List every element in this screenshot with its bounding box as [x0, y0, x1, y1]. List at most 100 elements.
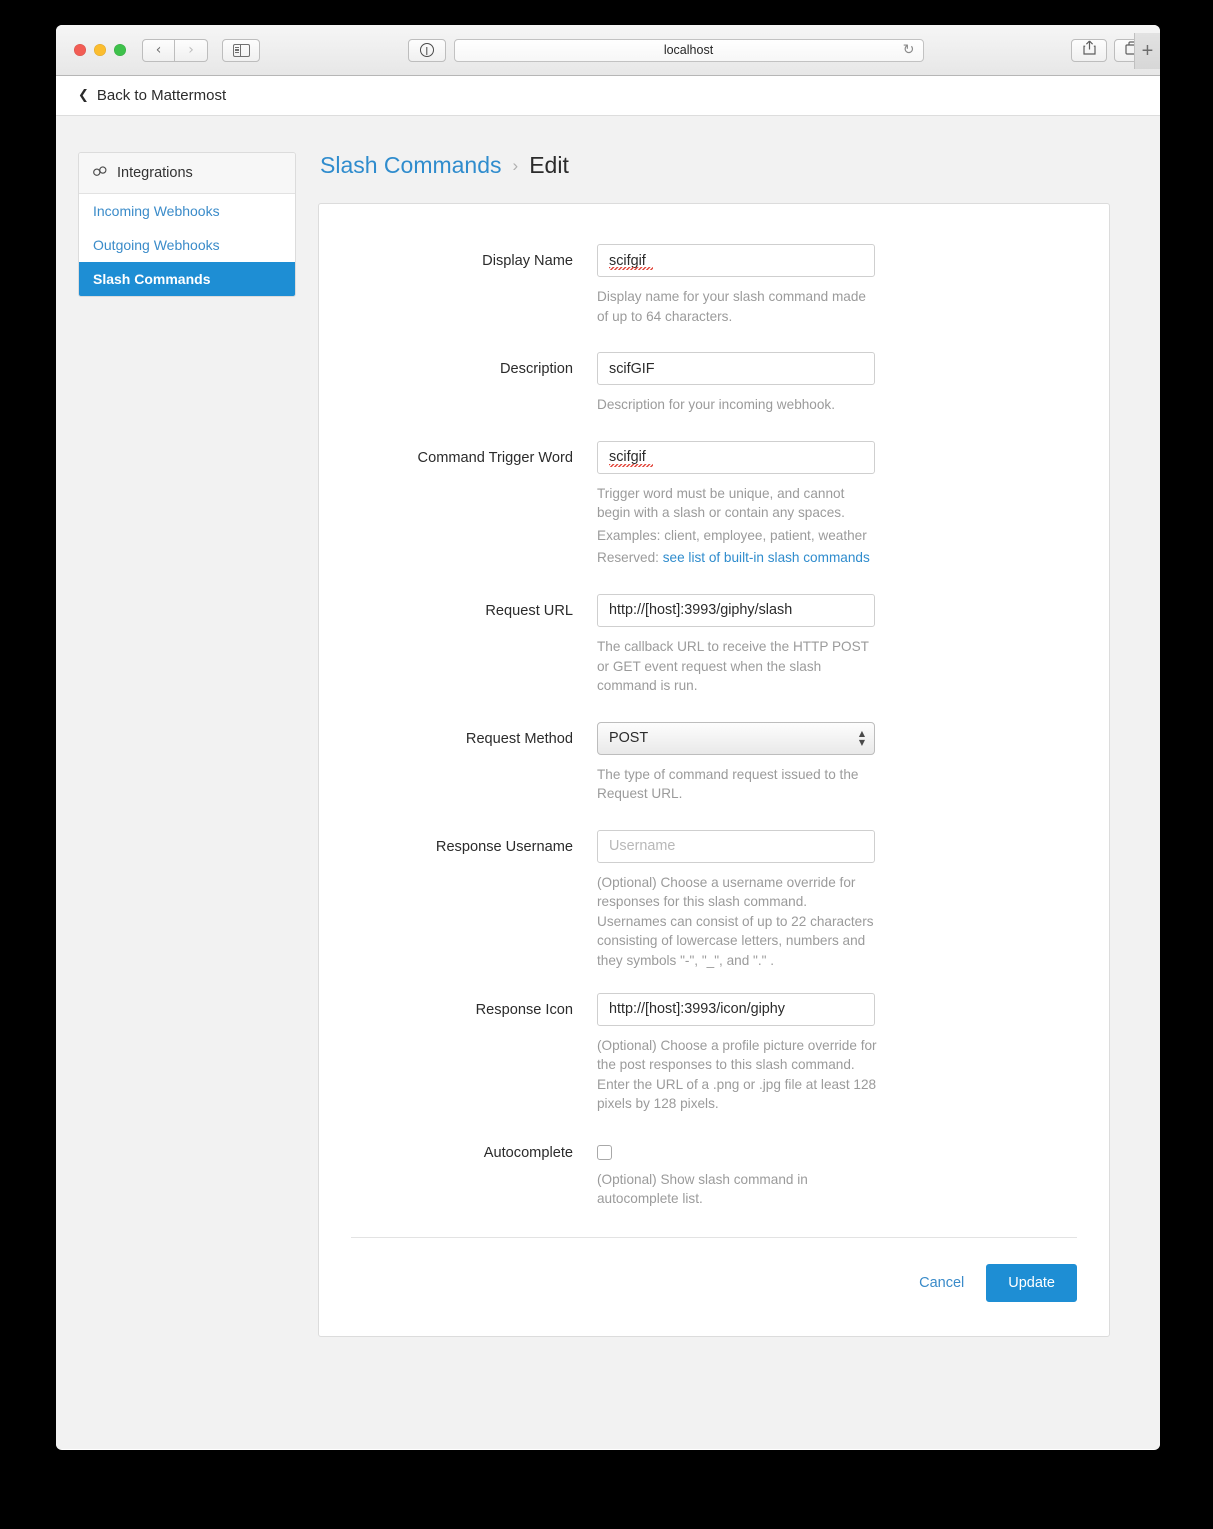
close-window-button[interactable] — [74, 44, 86, 56]
field-help: Display name for your slash command made… — [597, 287, 877, 326]
field-control: (Optional) Show slash command in autocom… — [597, 1136, 875, 1209]
reader-icon — [419, 43, 434, 57]
reader-view-button[interactable] — [407, 38, 446, 62]
navigation-buttons: ‹ › — [142, 38, 208, 62]
trigger-word-input-wrap — [597, 440, 875, 474]
field-label: Response Username — [435, 838, 573, 855]
help-text: (Optional) Show slash command in autocom… — [597, 1171, 808, 1207]
field-help: Trigger word must be unique, and cannot … — [597, 484, 877, 568]
chevron-right-icon: › — [512, 155, 519, 175]
window-traffic-lights — [74, 44, 126, 56]
field-help: (Optional) Choose a username override fo… — [597, 873, 877, 971]
field-control: Trigger word must be unique, and cannot … — [597, 440, 877, 568]
sidebar-header-label: Integrations — [117, 165, 193, 181]
address-bar-area: localhost ↻ — [260, 38, 1071, 62]
page-body: Integrations Incoming Webhooks Outgoing … — [56, 116, 1160, 1449]
field-command-trigger-word: Command Trigger Word Trigger word must b… — [351, 440, 1077, 568]
chevron-left-icon: ❮ — [78, 88, 89, 103]
autocomplete-checkbox[interactable] — [597, 1144, 612, 1160]
sidebar-item-label: Outgoing Webhooks — [93, 237, 220, 253]
sidebar-header: Integrations — [79, 153, 295, 194]
main-content: Slash Commands › Edit Display Name Displ… — [318, 152, 1160, 1449]
integrations-nav-card: Integrations Incoming Webhooks Outgoing … — [78, 152, 296, 297]
field-label: Response Icon — [475, 1001, 573, 1018]
sidebar-item-label: Incoming Webhooks — [93, 203, 220, 219]
chevron-up-icon: ▲ — [858, 729, 865, 739]
help-text: (Optional) Choose a profile picture over… — [597, 1037, 877, 1112]
built-in-slash-commands-link[interactable]: see list of built-in slash commands — [663, 550, 870, 565]
request-url-input[interactable] — [597, 593, 875, 627]
field-help: Description for your incoming webhook. — [597, 395, 877, 415]
breadcrumb: Slash Commands › Edit — [320, 152, 1110, 179]
field-label: Request Method — [465, 730, 573, 747]
back-to-mattermost-link[interactable]: ❮ Back to Mattermost — [78, 87, 226, 104]
sidebar-item-incoming-webhooks[interactable]: Incoming Webhooks — [79, 194, 295, 228]
help-text: The type of command request issued to th… — [597, 766, 859, 802]
cancel-button[interactable]: Cancel — [915, 1269, 968, 1297]
reload-icon[interactable]: ↻ — [903, 42, 915, 58]
request-method-select[interactable]: POST ▲ ▼ — [597, 721, 875, 755]
field-help: (Optional) Show slash command in autocom… — [597, 1170, 877, 1209]
show-sidebar-button[interactable] — [222, 38, 260, 62]
help-text: (Optional) Choose a username override fo… — [597, 874, 874, 968]
chevron-left-icon: ‹ — [155, 42, 162, 58]
field-control: (Optional) Choose a username override fo… — [597, 829, 877, 971]
help-text: The callback URL to receive the HTTP POS… — [597, 638, 869, 694]
edit-slash-command-panel: Display Name Display name for your slash… — [318, 203, 1110, 1337]
back-button[interactable]: ‹ — [142, 38, 175, 62]
field-help: The callback URL to receive the HTTP POS… — [597, 637, 877, 696]
address-bar-url: localhost — [663, 43, 714, 57]
sidebar-panel-icon — [232, 43, 250, 57]
browser-window: ‹ › localhost ↻ + ❮ Back to Mattermost I… — [56, 25, 1160, 1450]
help-text-reserved: Reserved: see list of built-in slash com… — [597, 548, 877, 568]
display-name-input-wrap — [597, 244, 875, 277]
field-response-icon: Response Icon (Optional) Choose a profil… — [351, 992, 1077, 1114]
field-help: (Optional) Choose a profile picture over… — [597, 1036, 877, 1114]
breadcrumb-root-link[interactable]: Slash Commands — [320, 152, 502, 179]
help-text: Display name for your slash command made… — [597, 289, 866, 324]
chevron-down-icon: ▼ — [858, 738, 865, 748]
link-chain-icon-svg — [93, 166, 107, 176]
share-button[interactable] — [1071, 38, 1107, 62]
new-tab-button[interactable]: + — [1134, 33, 1160, 69]
field-control: POST ▲ ▼ The type of command request iss… — [597, 721, 875, 804]
select-stepper-icon: ▲ ▼ — [858, 729, 865, 748]
back-to-mattermost-bar: ❮ Back to Mattermost — [56, 76, 1160, 116]
request-method-value: POST — [609, 730, 649, 747]
forward-button[interactable]: › — [175, 38, 208, 62]
help-text: Trigger word must be unique, and cannot … — [597, 485, 845, 521]
help-text: Description for your incoming webhook. — [597, 397, 836, 413]
field-request-method: Request Method POST ▲ ▼ The type of comm… — [351, 721, 1077, 804]
update-button[interactable]: Update — [986, 1263, 1077, 1302]
field-label: Command Trigger Word — [417, 449, 573, 466]
plus-icon: + — [1141, 39, 1154, 62]
field-label: Request URL — [485, 602, 573, 619]
field-control: (Optional) Choose a profile picture over… — [597, 992, 877, 1114]
minimize-window-button[interactable] — [94, 44, 106, 56]
field-label: Autocomplete — [483, 1144, 573, 1161]
link-chain-icon — [91, 163, 111, 183]
sidebar-item-slash-commands[interactable]: Slash Commands — [79, 262, 295, 296]
field-response-username: Response Username (Optional) Choose a us… — [351, 829, 1077, 971]
field-label: Display Name — [482, 253, 573, 269]
browser-toolbar: ‹ › localhost ↻ + — [56, 25, 1160, 76]
sidebar: Integrations Incoming Webhooks Outgoing … — [56, 152, 318, 1449]
description-input[interactable] — [597, 352, 875, 386]
trigger-word-input[interactable] — [597, 440, 875, 474]
panel-footer: Cancel Update — [351, 1238, 1077, 1302]
field-control: The callback URL to receive the HTTP POS… — [597, 593, 877, 696]
response-username-input[interactable] — [597, 829, 875, 863]
maximize-window-button[interactable] — [114, 44, 126, 56]
response-icon-input[interactable] — [597, 992, 875, 1026]
sidebar-item-label: Slash Commands — [93, 271, 211, 287]
address-bar[interactable]: localhost ↻ — [453, 38, 924, 62]
field-control: Display name for your slash command made… — [597, 244, 875, 326]
reserved-prefix: Reserved: — [597, 550, 663, 566]
chevron-right-icon: › — [188, 42, 194, 58]
field-control: Description for your incoming webhook. — [597, 352, 875, 415]
share-icon-svg — [1082, 40, 1096, 55]
sidebar-item-outgoing-webhooks[interactable]: Outgoing Webhooks — [79, 228, 295, 262]
display-name-input[interactable] — [597, 244, 875, 277]
back-to-mattermost-label: Back to Mattermost — [96, 87, 227, 104]
field-display-name: Display Name Display name for your slash… — [351, 244, 1077, 326]
